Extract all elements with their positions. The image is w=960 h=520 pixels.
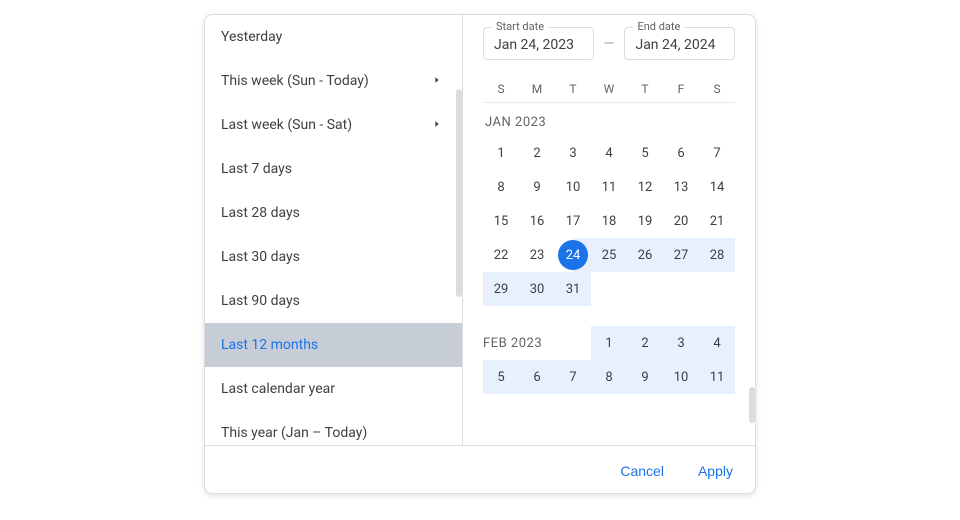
day-5[interactable]: 5 — [627, 136, 663, 170]
day-24-start[interactable]: 24 — [555, 238, 591, 272]
preset-label: This year (Jan – Today) — [221, 425, 367, 441]
day-13[interactable]: 13 — [663, 170, 699, 204]
day-10[interactable]: 10 — [663, 360, 699, 394]
day-11[interactable]: 11 — [591, 170, 627, 204]
preset-this-year-jan-today-[interactable]: This year (Jan – Today) — [205, 411, 462, 445]
preset-label: Last 7 days — [221, 161, 292, 177]
dow-label: S — [483, 82, 519, 96]
day-2[interactable]: 2 — [519, 136, 555, 170]
day-31[interactable]: 31 — [555, 272, 591, 306]
end-date-field[interactable]: End date Jan 24, 2024 — [624, 27, 735, 60]
month-grid-jan: 1234567891011121314151617181920212223242… — [483, 136, 735, 306]
day-6[interactable]: 6 — [519, 360, 555, 394]
preset-last-28-days[interactable]: Last 28 days — [205, 191, 462, 235]
date-range-picker: Yesterday This week (Sun - Today) Last wee… — [204, 14, 756, 494]
day-of-week-header: SMTWTFS — [483, 82, 735, 103]
day-6[interactable]: 6 — [663, 136, 699, 170]
day-14[interactable]: 14 — [699, 170, 735, 204]
preset-label: Last 30 days — [221, 249, 300, 265]
cancel-button[interactable]: Cancel — [616, 457, 668, 485]
day-8[interactable]: 8 — [483, 170, 519, 204]
month-row-feb-header: FEB 20231234 — [483, 326, 735, 360]
day-9[interactable]: 9 — [519, 170, 555, 204]
day-5[interactable]: 5 — [483, 360, 519, 394]
dow-label: M — [519, 82, 555, 96]
day-16[interactable]: 16 — [519, 204, 555, 238]
preset-label: Last week (Sun - Sat) — [221, 117, 352, 133]
apply-button[interactable]: Apply — [694, 457, 737, 485]
months-container: JAN 202312345678910111213141516171819202… — [483, 115, 735, 394]
month-grid-feb: 567891011 — [483, 360, 735, 394]
dow-label: T — [627, 82, 663, 96]
day-1[interactable]: 1 — [483, 136, 519, 170]
start-date-value: Jan 24, 2023 — [494, 37, 574, 53]
end-date-value: Jan 24, 2024 — [635, 37, 715, 53]
day-22[interactable]: 22 — [483, 238, 519, 272]
preset-yesterday[interactable]: Yesterday — [205, 15, 462, 59]
day-21[interactable]: 21 — [699, 204, 735, 238]
day-2[interactable]: 2 — [627, 326, 663, 360]
day-3[interactable]: 3 — [663, 326, 699, 360]
calendar-scrollbar[interactable] — [749, 387, 755, 423]
day-25[interactable]: 25 — [591, 238, 627, 272]
day-30[interactable]: 30 — [519, 272, 555, 306]
calendar-panel: Start date Jan 24, 2023 — End date Jan 2… — [463, 15, 755, 445]
start-date-field[interactable]: Start date Jan 24, 2023 — [483, 27, 594, 60]
preset-label: Last 90 days — [221, 293, 300, 309]
dow-label: W — [591, 82, 627, 96]
end-date-label: End date — [633, 20, 684, 33]
day-9[interactable]: 9 — [627, 360, 663, 394]
chevron-right-icon — [432, 117, 442, 133]
date-inputs: Start date Jan 24, 2023 — End date Jan 2… — [483, 27, 735, 60]
day-29[interactable]: 29 — [483, 272, 519, 306]
dow-label: T — [555, 82, 591, 96]
preset-label: This week (Sun - Today) — [221, 73, 369, 89]
preset-last-week-sun-sat-[interactable]: Last week (Sun - Sat) — [205, 103, 462, 147]
chevron-right-icon — [432, 73, 442, 89]
day-28[interactable]: 28 — [699, 238, 735, 272]
day-11[interactable]: 11 — [699, 360, 735, 394]
preset-last-90-days[interactable]: Last 90 days — [205, 279, 462, 323]
preset-last-30-days[interactable]: Last 30 days — [205, 235, 462, 279]
start-date-label: Start date — [492, 20, 548, 33]
range-dash: — — [604, 36, 615, 52]
day-8[interactable]: 8 — [591, 360, 627, 394]
month-label: JAN 2023 — [485, 115, 735, 130]
day-26[interactable]: 26 — [627, 238, 663, 272]
preset-scrollbar[interactable] — [456, 89, 462, 297]
day-10[interactable]: 10 — [555, 170, 591, 204]
day-19[interactable]: 19 — [627, 204, 663, 238]
preset-list: Yesterday This week (Sun - Today) Last wee… — [205, 15, 463, 445]
preset-label: Last 28 days — [221, 205, 300, 221]
month-label: FEB 2023 — [483, 336, 591, 351]
day-7[interactable]: 7 — [555, 360, 591, 394]
picker-footer: Cancel Apply — [205, 445, 755, 494]
preset-last-calendar-year[interactable]: Last calendar year — [205, 367, 462, 411]
preset-last-12-months[interactable]: Last 12 months — [205, 323, 462, 367]
preset-label: Last calendar year — [221, 381, 335, 397]
picker-body: Yesterday This week (Sun - Today) Last wee… — [205, 15, 755, 445]
preset-label: Yesterday — [221, 29, 282, 45]
day-7[interactable]: 7 — [699, 136, 735, 170]
day-15[interactable]: 15 — [483, 204, 519, 238]
day-23[interactable]: 23 — [519, 238, 555, 272]
day-1[interactable]: 1 — [591, 326, 627, 360]
preset-label: Last 12 months — [221, 337, 318, 353]
day-3[interactable]: 3 — [555, 136, 591, 170]
day-4[interactable]: 4 — [699, 326, 735, 360]
dow-label: F — [663, 82, 699, 96]
day-12[interactable]: 12 — [627, 170, 663, 204]
day-17[interactable]: 17 — [555, 204, 591, 238]
preset-last-7-days[interactable]: Last 7 days — [205, 147, 462, 191]
dow-label: S — [699, 82, 735, 96]
day-4[interactable]: 4 — [591, 136, 627, 170]
day-18[interactable]: 18 — [591, 204, 627, 238]
day-27[interactable]: 27 — [663, 238, 699, 272]
day-20[interactable]: 20 — [663, 204, 699, 238]
preset-this-week-sun-today-[interactable]: This week (Sun - Today) — [205, 59, 462, 103]
